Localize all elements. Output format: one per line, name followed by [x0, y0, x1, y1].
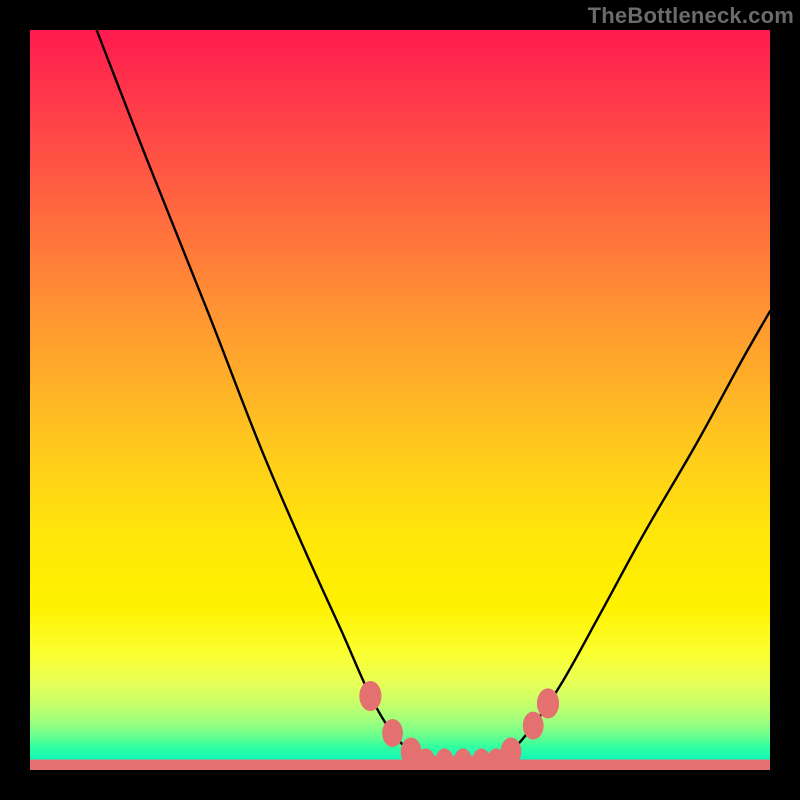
marker-left-marker-1 — [359, 681, 381, 711]
marker-left-marker-2 — [382, 719, 403, 747]
chart-svg — [30, 30, 770, 770]
marker-right-marker-1 — [501, 738, 522, 766]
watermark-text: TheBottleneck.com — [588, 3, 794, 29]
chart-frame: TheBottleneck.com — [0, 0, 800, 800]
marker-right-marker-2 — [523, 712, 544, 740]
plot-area — [30, 30, 770, 770]
marker-right-marker-3 — [537, 688, 559, 718]
curve-right-branch — [496, 311, 770, 760]
marker-flat-3 — [454, 748, 472, 770]
marker-flat-2 — [436, 748, 454, 770]
curve-left-branch — [97, 30, 426, 760]
bottom-band — [30, 760, 770, 771]
curve-markers — [359, 681, 559, 770]
